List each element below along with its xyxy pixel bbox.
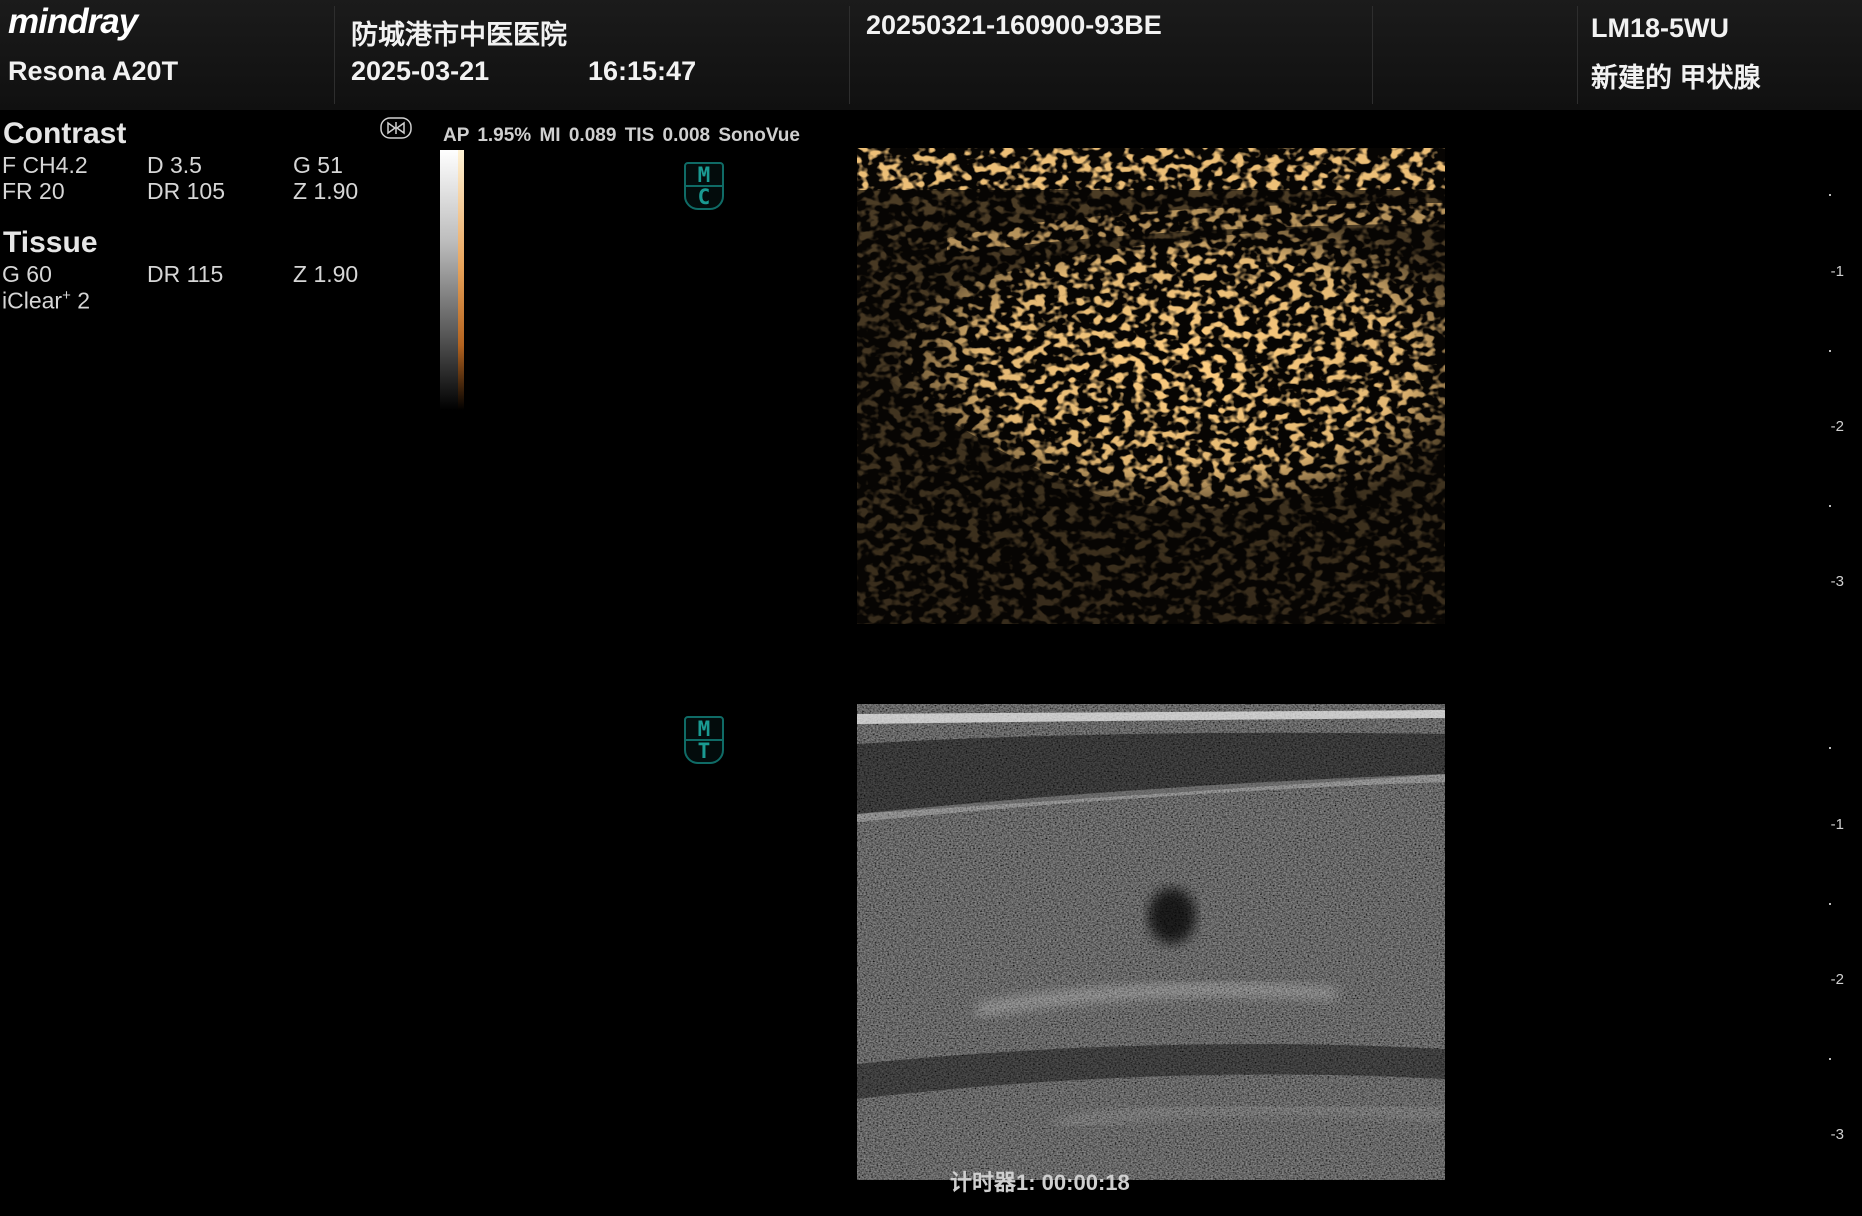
contrast-ultrasound-image[interactable] <box>857 148 1445 624</box>
exam-date: 2025-03-21 <box>351 56 490 86</box>
header-divider <box>334 6 335 104</box>
header-divider <box>1372 6 1373 104</box>
depth-tick <box>1829 1058 1831 1060</box>
tissue-gain: G 60 <box>2 261 52 287</box>
contrast-gain: G 51 <box>293 152 343 178</box>
contrast-frequency: F CH4.2 <box>2 152 88 178</box>
acoustic-output-info: AP 1.95% MI 0.089 TIS 0.008 SonoVue <box>443 125 800 146</box>
contrast-depth-label: -1 <box>1830 263 1844 280</box>
tissue-iclear: iClear+ 2 <box>2 287 91 314</box>
probe-name: LM18-5WU <box>1591 13 1730 43</box>
depth-tick <box>1829 194 1831 196</box>
contrast-timer: 计时器1: 00:00:18 <box>950 1170 1130 1195</box>
contrast-depth: D 3.5 <box>147 152 202 178</box>
tissue-zoom: Z 1.90 <box>293 261 359 287</box>
header-divider <box>849 6 850 104</box>
contrast-dynamic-range: DR 105 <box>147 178 225 204</box>
depth-tick <box>1829 505 1831 507</box>
contrast-title: Contrast <box>3 117 127 150</box>
tissue-image-marker: M T <box>684 716 724 764</box>
contrast-image-marker: M C <box>684 162 724 210</box>
device-model: Resona A20T <box>8 56 179 86</box>
tissue-depth-label: -3 <box>1830 1126 1844 1143</box>
depth-tick <box>1829 903 1831 905</box>
header-bar: mindray Resona A20T 防城港市中医医院 2025-03-21 … <box>0 0 1862 110</box>
contrast-frame-rate: FR 20 <box>2 178 65 204</box>
contrast-zoom: Z 1.90 <box>293 178 359 204</box>
tissue-dynamic-range: DR 115 <box>147 261 224 287</box>
exam-time: 16:15:47 <box>588 56 697 86</box>
grayscale-colormap-bar <box>440 150 464 410</box>
tissue-depth-label: -2 <box>1830 971 1844 988</box>
depth-tick <box>1829 747 1831 749</box>
exam-id: 20250321-160900-93BE <box>866 10 1162 40</box>
tissue-depth-label: -1 <box>1830 816 1844 833</box>
tissue-ultrasound-image[interactable] <box>857 704 1445 1180</box>
depth-tick <box>1829 350 1831 352</box>
brand-logo: mindray <box>8 2 138 41</box>
contrast-depth-label: -3 <box>1830 573 1844 590</box>
exam-preset: 新建的 甲状腺 <box>1591 63 1761 93</box>
hospital-name: 防城港市中医医院 <box>351 20 567 50</box>
probe-orientation-icon <box>380 117 412 139</box>
header-divider <box>1577 6 1578 104</box>
contrast-depth-label: -2 <box>1830 418 1844 435</box>
tissue-title: Tissue <box>3 226 98 259</box>
